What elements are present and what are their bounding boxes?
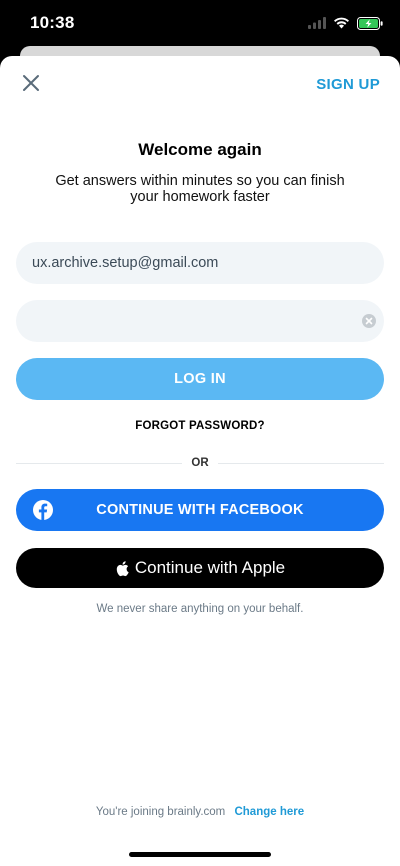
login-button-label: LOG IN xyxy=(174,371,226,387)
battery-icon xyxy=(357,16,383,30)
password-field[interactable] xyxy=(16,300,384,342)
joining-text: You're joining brainly.com xyxy=(95,806,226,818)
apple-button-label: Continue with Apple xyxy=(134,558,286,577)
privacy-disclaimer: We never share anything on your behalf. xyxy=(96,603,304,615)
change-region-link[interactable]: Change here xyxy=(234,806,304,818)
email-field[interactable]: ux.archive.setup@gmail.com xyxy=(16,242,384,284)
app-screen: 10:38 SIGN UP Welcome again Get answers … xyxy=(0,0,400,866)
wifi-icon xyxy=(334,17,349,29)
login-sheet: SIGN UP Welcome again Get answers within… xyxy=(0,56,400,866)
forgot-password-link[interactable]: FORGOT PASSWORD? xyxy=(0,420,400,432)
region-footer: You're joining brainly.com Change here xyxy=(0,806,400,818)
signup-link[interactable]: SIGN UP xyxy=(316,76,380,93)
signal-icon xyxy=(308,17,326,29)
email-value: ux.archive.setup@gmail.com xyxy=(32,255,219,271)
status-bar: 10:38 xyxy=(0,0,400,46)
facebook-button-label: CONTINUE WITH FACEBOOK xyxy=(96,502,304,518)
page-title: Welcome again xyxy=(138,140,262,159)
home-indicator[interactable] xyxy=(129,852,271,857)
or-separator: OR xyxy=(191,457,209,469)
clear-icon[interactable] xyxy=(362,314,376,328)
page-subtitle: Get answers within minutes so you can fi… xyxy=(55,173,345,205)
apple-login-button[interactable]: Continue with Apple xyxy=(16,548,384,588)
facebook-login-button[interactable]: CONTINUE WITH FACEBOOK xyxy=(16,489,384,531)
divider-left xyxy=(16,463,182,464)
divider-right xyxy=(218,463,384,464)
close-icon xyxy=(23,75,39,91)
close-button[interactable] xyxy=(20,72,42,94)
apple-icon xyxy=(116,560,129,576)
status-time: 10:38 xyxy=(30,13,75,32)
status-icons xyxy=(308,15,384,31)
login-button[interactable]: LOG IN xyxy=(16,358,384,400)
